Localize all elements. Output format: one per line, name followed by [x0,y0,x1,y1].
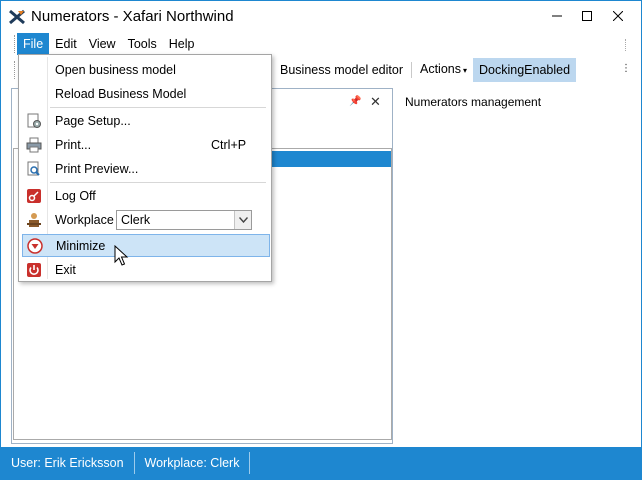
menu-bar: File Edit View Tools Help [17,33,633,55]
menu-tools[interactable]: Tools [122,33,163,55]
dock-close-icon[interactable]: ✕ [370,94,381,110]
title-bar: Numerators - Xafari Northwind [1,1,641,32]
menu-item-label: Minimize [56,238,106,253]
chevron-down-icon[interactable] [234,211,251,229]
workplace-combo-value: Clerk [121,213,151,227]
menu-view[interactable]: View [83,33,122,55]
menu-minimize[interactable]: Minimize [22,234,270,257]
workplace-icon [26,212,42,228]
menu-separator [50,182,266,183]
menu-item-label: Print... [55,137,92,152]
minimize-icon [27,237,43,254]
toolbar-overflow-icon[interactable]: ⋮ [621,63,631,74]
menu-help[interactable]: Help [163,33,201,55]
menu-separator [50,107,266,108]
menu-edit[interactable]: Edit [49,33,83,55]
app-window: Numerators - Xafari Northwind File Edit … [0,0,642,480]
pin-icon[interactable]: 📌 [349,96,361,107]
minimize-icon [552,15,562,17]
window-title: Numerators - Xafari Northwind [31,8,234,25]
actions-dropdown-button[interactable]: Actions ▾ [414,57,473,83]
chevron-down-icon: ▾ [462,66,467,75]
xafari-logo-icon [9,9,25,25]
status-bar: User: Erik Ericksson Workplace: Clerk [1,447,641,479]
toolbar: Business model editor Actions ▾ DockingEn… [269,57,577,83]
menu-item-label: Open business model [55,62,176,77]
mouse-cursor-icon [114,245,129,266]
selected-list-item[interactable] [271,151,391,167]
menubar-overflow-grip[interactable] [625,39,631,51]
menu-log-off[interactable]: Log Off [22,184,270,207]
menubar-grip[interactable] [14,35,16,53]
menu-file[interactable]: File [17,33,50,55]
exit-icon [26,262,42,278]
menu-reload-business-model[interactable]: Reload Business Model [22,82,270,105]
close-window-button[interactable] [595,1,641,31]
menu-item-label: Workplace [55,212,114,227]
close-icon [613,11,623,21]
menu-open-business-model[interactable]: Open business model [22,58,270,81]
menu-item-label: Exit [55,262,76,277]
docking-enabled-button[interactable]: DockingEnabled [473,58,577,82]
file-menu-dropdown: Open business model Reload Business Mode… [18,54,272,282]
menu-item-label: Print Preview... [55,161,139,176]
menu-print-preview[interactable]: Print Preview... [22,157,270,180]
maximize-icon [582,11,592,21]
menu-print[interactable]: Print... Ctrl+P [22,133,270,156]
log-off-icon [26,188,42,204]
menu-page-setup[interactable]: Page Setup... [22,109,270,132]
printer-icon [26,137,42,153]
menu-shortcut: Ctrl+P [211,137,247,152]
status-user: User: Erik Ericksson [1,452,135,474]
workplace-combo[interactable]: Clerk [116,210,252,230]
toolbar-grip[interactable] [14,61,15,79]
menu-item-label: Reload Business Model [55,86,187,101]
pane-caption: Numerators management [405,95,542,109]
menu-item-label: Page Setup... [55,113,131,128]
toolbar-separator [410,62,412,78]
page-setup-icon [26,113,42,129]
menu-item-label: Log Off [55,188,96,203]
business-model-editor-button[interactable]: Business model editor [274,58,409,82]
actions-label: Actions [419,62,461,76]
status-workplace: Workplace: Clerk [135,452,251,474]
menu-exit[interactable]: Exit [22,258,270,281]
print-preview-icon [26,161,42,177]
